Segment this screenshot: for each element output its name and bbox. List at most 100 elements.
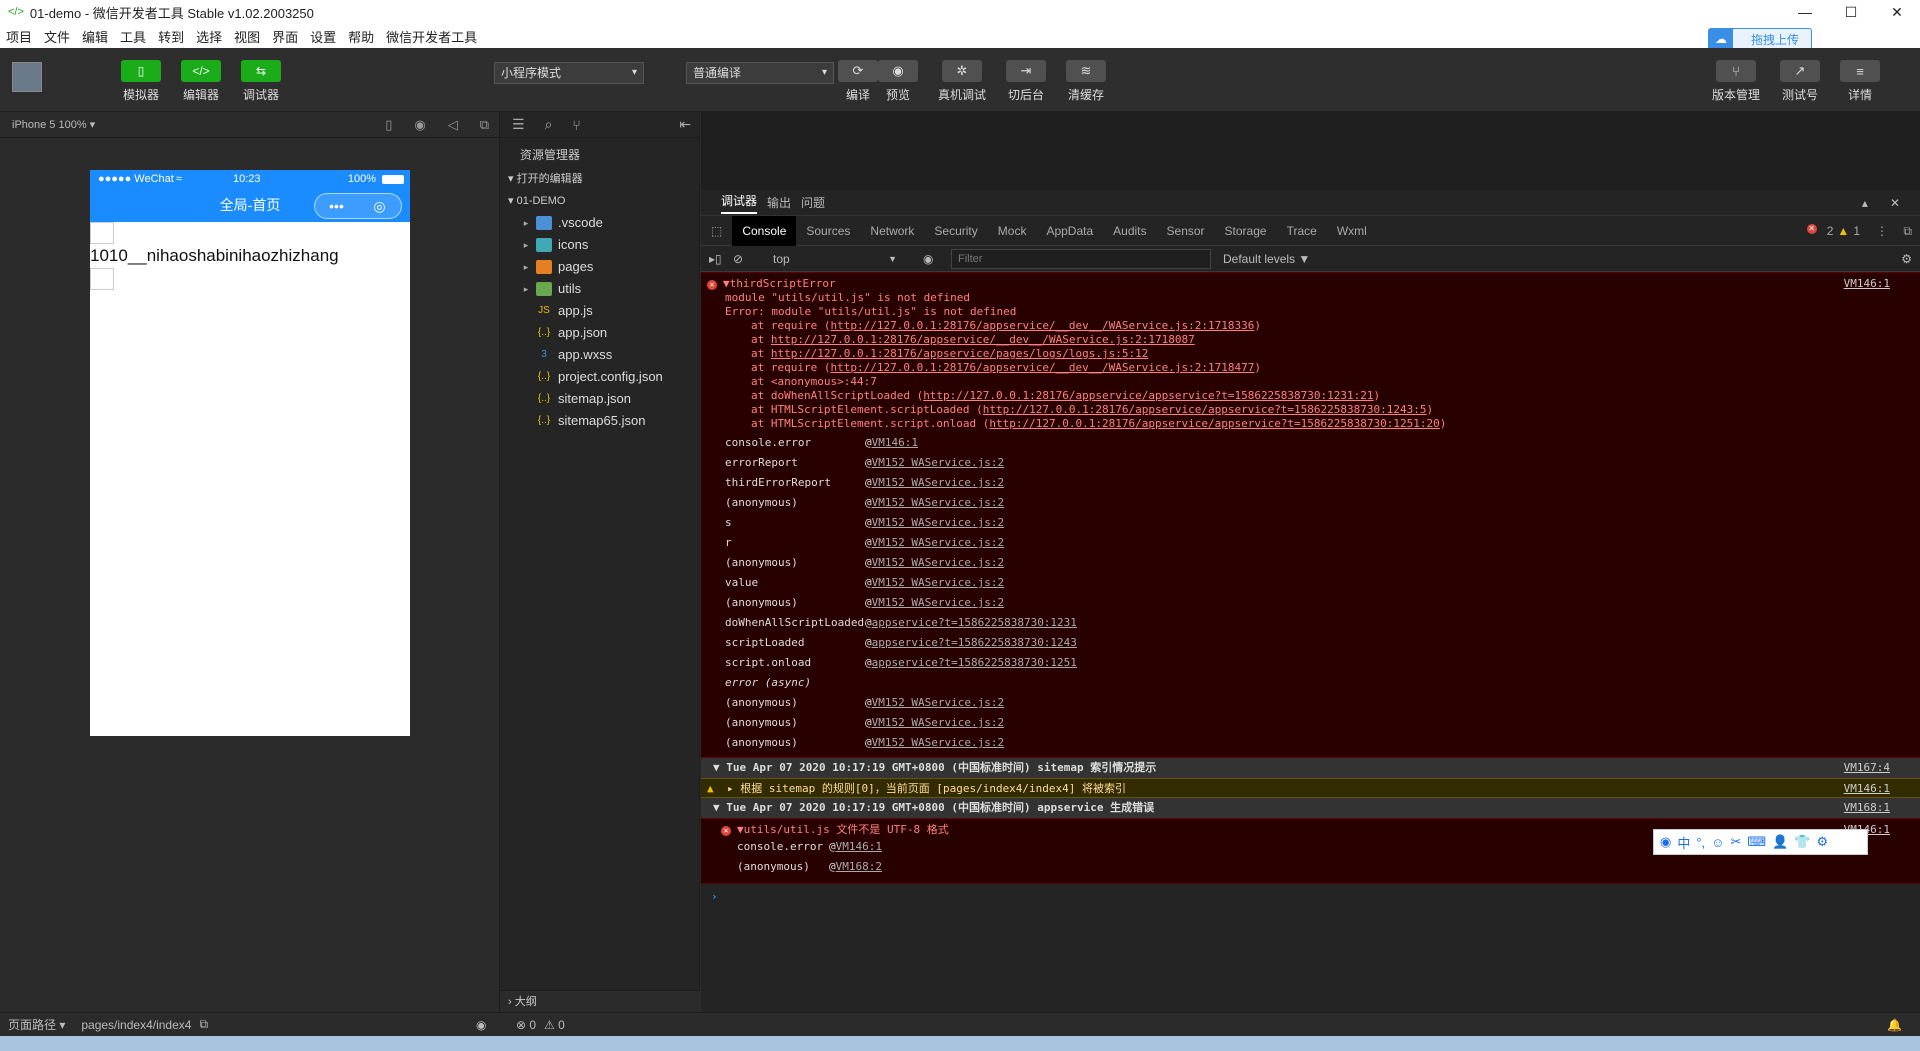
stack-source-link[interactable]: VM152 WAService.js:2 [872, 533, 1004, 553]
open-editors-section[interactable]: ▾ 打开的编辑器 [500, 168, 699, 190]
stack-source-link[interactable]: VM152 WAService.js:2 [872, 553, 1004, 573]
upload-button[interactable]: ☁ 拖拽上传 [1708, 28, 1812, 50]
menu-item[interactable]: 帮助 [348, 27, 374, 46]
panel-tab[interactable]: AppData [1036, 216, 1103, 246]
clear-cache-button[interactable]: ≋ 清缓存 [1056, 60, 1116, 103]
tab-debugger[interactable]: 调试器 [721, 192, 758, 214]
maximize-button[interactable]: ☐ [1828, 0, 1874, 24]
menu-item[interactable]: 文件 [44, 27, 70, 46]
kebab-menu-icon[interactable]: ⋮ [1876, 224, 1888, 238]
test-account-button[interactable]: ↗ 测试号 [1770, 60, 1830, 103]
source-link[interactable]: VM168:1 [1844, 798, 1890, 818]
filter-input[interactable]: Filter [951, 249, 1211, 269]
stack-source-link[interactable]: VM152 WAService.js:2 [872, 573, 1004, 593]
details-button[interactable]: ≡ 详情 [1830, 60, 1890, 103]
tab-output[interactable]: 输出 [767, 194, 791, 211]
more-icon[interactable]: ••• [315, 198, 358, 214]
list-icon[interactable]: ☰ [512, 116, 525, 133]
menu-item[interactable]: 设置 [310, 27, 336, 46]
search-icon[interactable]: ⌕ [545, 116, 553, 133]
panel-tab[interactable]: Wxml [1327, 216, 1377, 246]
console-prompt[interactable]: › [701, 884, 1920, 910]
outline-section[interactable]: › 大纲 [500, 990, 700, 1012]
menu-item[interactable]: 微信开发者工具 [386, 27, 477, 46]
source-url-link[interactable]: http://127.0.0.1:28176/appservice/pages/… [771, 347, 1149, 360]
copy-icon[interactable]: ⧉ [199, 1017, 208, 1032]
panel-tab[interactable]: Network [860, 216, 924, 246]
stack-source-link[interactable]: VM152 WAService.js:2 [872, 693, 1004, 713]
page-path-select[interactable]: 页面路径 ▾ [8, 1016, 65, 1033]
popout-icon[interactable]: ⧉ [480, 112, 489, 138]
log-levels-select[interactable]: Default levels ▼ [1223, 249, 1310, 269]
chevron-up-icon[interactable]: ▴ [1862, 190, 1868, 216]
debugger-toggle-button[interactable]: ⇆ 调试器 [231, 60, 291, 103]
sidebar-toggle-icon[interactable]: ▸▯ [709, 252, 722, 266]
file-item[interactable]: {..} sitemap65.json [500, 410, 699, 432]
project-section[interactable]: ▾ 01-DEMO [500, 190, 699, 212]
background-button[interactable]: ⇥ 切后台 [996, 60, 1056, 103]
menu-item[interactable]: 转到 [158, 27, 184, 46]
ime-emoji-icon[interactable]: ☺ [1711, 835, 1724, 850]
git-icon[interactable]: ⑂ [572, 117, 580, 133]
file-item[interactable]: {..} sitemap.json [500, 388, 699, 410]
stack-source-link[interactable]: appservice?t=1586225838730:1243 [872, 633, 1077, 653]
folder-item[interactable]: ▸ pages [500, 256, 699, 278]
compile-select[interactable]: 普通编译 [686, 62, 834, 84]
source-link[interactable]: VM167:4 [1844, 758, 1890, 778]
version-button[interactable]: ⑂ 版本管理 [1706, 60, 1766, 103]
panel-tab[interactable]: Console [732, 215, 797, 246]
collapse-icon[interactable]: ⇤ [679, 116, 691, 133]
stack-source-link[interactable]: VM152 WAService.js:2 [872, 713, 1004, 733]
stack-source-link[interactable]: VM152 WAService.js:2 [872, 493, 1004, 513]
inspect-icon[interactable]: ⬚ [701, 224, 732, 238]
panel-tab[interactable]: Trace [1277, 216, 1327, 246]
ime-punct-icon[interactable]: °, [1696, 835, 1705, 850]
ime-shirt-icon[interactable]: 👕 [1794, 834, 1810, 850]
ime-user-icon[interactable]: 👤 [1772, 834, 1788, 850]
source-link[interactable]: VM146:1 [1844, 277, 1890, 291]
stack-source-link[interactable]: VM152 WAService.js:2 [872, 593, 1004, 613]
close-capsule-icon[interactable]: ◎ [358, 198, 401, 215]
stack-source-link[interactable]: VM152 WAService.js:2 [872, 453, 1004, 473]
source-link[interactable]: VM146:1 [1844, 779, 1890, 799]
source-url-link[interactable]: http://127.0.0.1:28176/appservice/__dev_… [830, 319, 1254, 332]
ime-keyboard-icon[interactable]: ⌨ [1747, 834, 1766, 850]
log-group-header[interactable]: ▼ Tue Apr 07 2020 10:17:19 GMT+0800 (中国标… [701, 758, 1920, 778]
menu-item[interactable]: 视图 [234, 27, 260, 46]
ime-scissors-icon[interactable]: ✂ [1730, 834, 1741, 850]
source-url-link[interactable]: http://127.0.0.1:28176/appservice/appser… [989, 417, 1439, 430]
stack-source-link[interactable]: VM168:2 [836, 857, 882, 877]
menu-item[interactable]: 工具 [120, 27, 146, 46]
panel-tab[interactable]: Security [924, 216, 987, 246]
folder-item[interactable]: ▸ utils [500, 278, 699, 300]
mode-select[interactable]: 小程序模式 [494, 62, 644, 84]
source-url-link[interactable]: http://127.0.0.1:28176/appservice/__dev_… [771, 333, 1195, 346]
folder-item[interactable]: ▸ icons [500, 234, 699, 256]
eye-icon[interactable]: ◉ [476, 1018, 486, 1032]
panel-tab[interactable]: Sources [796, 216, 860, 246]
editor-toggle-button[interactable]: </> 编辑器 [171, 60, 231, 103]
menu-item[interactable]: 编辑 [82, 27, 108, 46]
error-title[interactable]: ▼thirdScriptError [723, 277, 836, 290]
source-url-link[interactable]: http://127.0.0.1:28176/appservice/appser… [983, 403, 1427, 416]
source-url-link[interactable]: http://127.0.0.1:28176/appservice/appser… [923, 389, 1373, 402]
stack-source-link[interactable]: VM152 WAService.js:2 [872, 473, 1004, 493]
clear-console-icon[interactable]: ⊘ [733, 252, 743, 266]
stack-source-link[interactable]: VM146:1 [872, 433, 918, 453]
menu-item[interactable]: 界面 [272, 27, 298, 46]
panel-tab[interactable]: Storage [1215, 216, 1277, 246]
remote-debug-button[interactable]: ✲ 真机调试 [932, 60, 992, 103]
folder-item[interactable]: ▸ .vscode [500, 212, 699, 234]
capsule-menu[interactable]: ••• ◎ [314, 193, 402, 219]
live-expression-icon[interactable]: ◉ [923, 252, 933, 266]
error-warning-counter[interactable]: ✕ 2 ▲ 1 [1806, 224, 1860, 238]
ime-logo-icon[interactable]: ◉ [1660, 834, 1671, 850]
log-group-header[interactable]: ▼ Tue Apr 07 2020 10:17:19 GMT+0800 (中国标… [701, 798, 1920, 818]
record-icon[interactable]: ◉ [414, 112, 425, 138]
device-icon[interactable]: ▯ [385, 112, 392, 138]
stack-source-link[interactable]: VM152 WAService.js:2 [872, 513, 1004, 533]
minimize-button[interactable]: — [1782, 0, 1828, 24]
stack-source-link[interactable]: VM146:1 [836, 837, 882, 857]
dock-icon[interactable]: ⧉ [1903, 224, 1912, 239]
preview-button[interactable]: ◉ 预览 [868, 60, 928, 103]
